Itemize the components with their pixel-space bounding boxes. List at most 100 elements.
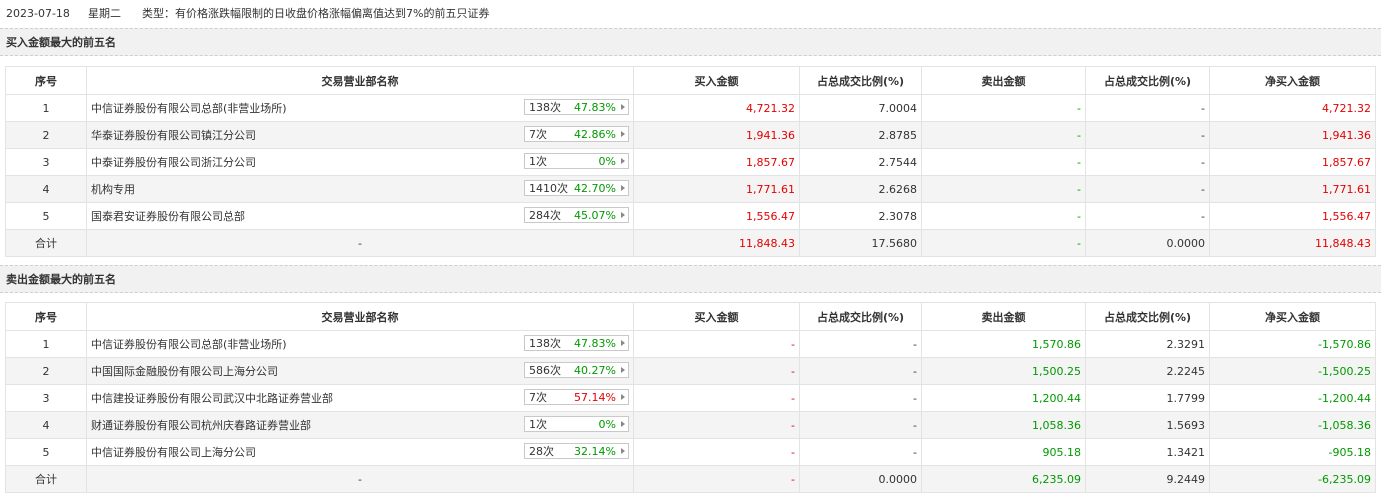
- header-index: 序号: [5, 66, 87, 95]
- broker-win-rate: 42.70%: [574, 182, 616, 195]
- sell-amount: -: [921, 121, 1086, 149]
- total-row: 合计 - -0.0000 6,235.09 9.2449 -6,235.09: [5, 465, 1376, 493]
- broker-stats-badge[interactable]: 586次 40.27%: [524, 362, 629, 378]
- table-row: 2 中国国际金融股份有限公司上海分公司 586次 40.27% - -1,500.25 2.…: [5, 357, 1376, 385]
- broker-name-cell: 中国国际金融股份有限公司上海分公司 586次 40.27%: [86, 357, 634, 385]
- sell-section-title: 卖出金额最大的前五名: [0, 265, 1381, 293]
- row-index: 1: [5, 94, 87, 122]
- caret-right-icon: [621, 185, 625, 191]
- header-buy-ratio: 占总成交比例(%): [799, 66, 922, 95]
- row-index: 5: [5, 438, 87, 466]
- table-row: 3 中信建投证券股份有限公司武汉中北路证券营业部 7次 57.14% - -1,200.4…: [5, 384, 1376, 412]
- sell-ratio: 1.3421: [1085, 438, 1210, 466]
- header-buy-amount: 买入金额: [633, 66, 800, 95]
- broker-name-cell: 财通证券股份有限公司杭州庆春路证券营业部 1次 0%: [86, 411, 634, 439]
- broker-name[interactable]: 中信证券股份有限公司总部(非营业场所): [91, 100, 287, 116]
- broker-stats-badge[interactable]: 1410次 42.70%: [524, 180, 629, 196]
- row-index: 5: [5, 202, 87, 230]
- broker-name-cell: 机构专用 1410次 42.70%: [86, 175, 634, 203]
- broker-win-rate: 45.07%: [574, 209, 616, 222]
- sell-ratio: -: [1085, 175, 1210, 203]
- header-index: 序号: [5, 302, 87, 331]
- list-type: 类型：有价格涨跌幅限制的日收盘价格涨幅偏离值达到7%的前五只证券: [142, 7, 490, 20]
- total-net-buy: -6,235.09: [1209, 465, 1376, 493]
- broker-stats-badge[interactable]: 28次 32.14%: [524, 443, 629, 459]
- row-index: 2: [5, 357, 87, 385]
- caret-right-icon: [621, 367, 625, 373]
- broker-win-rate: 42.86%: [574, 128, 616, 141]
- table-row: 4 机构专用 1410次 42.70% 1,771.61 2.6268- -1,771.61: [5, 175, 1376, 203]
- buy-ratio: -: [799, 357, 922, 385]
- buy-amount: -: [633, 411, 800, 439]
- total-buy-amount: -: [633, 465, 800, 493]
- broker-stats-badge[interactable]: 1次 0%: [524, 153, 629, 169]
- broker-name[interactable]: 中信证券股份有限公司总部(非营业场所): [91, 336, 287, 352]
- header-bar: 2023-07-18 星期二 类型：有价格涨跌幅限制的日收盘价格涨幅偏离值达到7…: [0, 0, 1381, 28]
- caret-right-icon: [621, 131, 625, 137]
- sell-ratio: -: [1085, 202, 1210, 230]
- total-name: -: [86, 465, 634, 493]
- total-buy-amount: 11,848.43: [633, 229, 800, 257]
- broker-stats-badge[interactable]: 284次 45.07%: [524, 207, 629, 223]
- broker-stats-badge[interactable]: 7次 57.14%: [524, 389, 629, 405]
- total-label: 合计: [5, 229, 87, 257]
- buy-ratio: 2.8785: [799, 121, 922, 149]
- sell-ratio: 1.7799: [1085, 384, 1210, 412]
- broker-appear-count: 284次: [529, 209, 561, 222]
- net-buy-amount: -1,058.36: [1209, 411, 1376, 439]
- broker-stats-badge[interactable]: 7次 42.86%: [524, 126, 629, 142]
- header-net-buy: 净买入金额: [1209, 302, 1376, 331]
- total-name: -: [86, 229, 634, 257]
- broker-name-cell: 华泰证券股份有限公司镇江分公司 7次 42.86%: [86, 121, 634, 149]
- buy-ratio: -: [799, 438, 922, 466]
- sell-amount: -: [921, 148, 1086, 176]
- net-buy-amount: 1,857.67: [1209, 148, 1376, 176]
- buy-ratio: 7.0004: [799, 94, 922, 122]
- row-index: 4: [5, 411, 87, 439]
- broker-win-rate: 57.14%: [574, 391, 616, 404]
- broker-stats-badge[interactable]: 138次 47.83%: [524, 335, 629, 351]
- buy-ratio: 2.3078: [799, 202, 922, 230]
- buy-ratio: -: [799, 384, 922, 412]
- table-header-row: 序号 交易营业部名称 买入金额 占总成交比例(%) 卖出金额 占总成交比例(%) 净买入金额: [5, 66, 1376, 95]
- broker-appear-count: 28次: [529, 445, 554, 458]
- caret-right-icon: [621, 340, 625, 346]
- header-net-buy: 净买入金额: [1209, 66, 1376, 95]
- broker-appear-count: 586次: [529, 364, 561, 377]
- total-net-buy: 11,848.43: [1209, 229, 1376, 257]
- sell-top5-table: 序号 交易营业部名称 买入金额 占总成交比例(%) 卖出金额 占总成交比例(%) 净买入金额…: [5, 302, 1376, 493]
- broker-appear-count: 138次: [529, 101, 561, 114]
- buy-ratio: 2.7544: [799, 148, 922, 176]
- total-buy-ratio: 0.0000: [799, 465, 922, 493]
- buy-top5-table: 序号 交易营业部名称 买入金额 占总成交比例(%) 卖出金额 占总成交比例(%) 净买入金额…: [5, 66, 1376, 257]
- broker-appear-count: 138次: [529, 337, 561, 350]
- broker-name[interactable]: 中信证券股份有限公司上海分公司: [91, 444, 256, 460]
- buy-section-title: 买入金额最大的前五名: [0, 28, 1381, 56]
- broker-appear-count: 7次: [529, 128, 547, 141]
- broker-name[interactable]: 中信建投证券股份有限公司武汉中北路证券营业部: [91, 390, 333, 406]
- broker-name[interactable]: 国泰君安证券股份有限公司总部: [91, 208, 245, 224]
- broker-name[interactable]: 中国国际金融股份有限公司上海分公司: [91, 363, 278, 379]
- broker-name[interactable]: 中泰证券股份有限公司浙江分公司: [91, 154, 256, 170]
- sell-ratio: -: [1085, 94, 1210, 122]
- header-sell-amount: 卖出金额: [921, 302, 1086, 331]
- broker-stats-badge[interactable]: 1次 0%: [524, 416, 629, 432]
- broker-name[interactable]: 华泰证券股份有限公司镇江分公司: [91, 127, 256, 143]
- table-row: 2 华泰证券股份有限公司镇江分公司 7次 42.86% 1,941.36 2.8785- -…: [5, 121, 1376, 149]
- broker-name[interactable]: 财通证券股份有限公司杭州庆春路证券营业部: [91, 417, 311, 433]
- net-buy-amount: 1,941.36: [1209, 121, 1376, 149]
- net-buy-amount: 4,721.32: [1209, 94, 1376, 122]
- buy-ratio: -: [799, 330, 922, 358]
- net-buy-amount: 1,556.47: [1209, 202, 1376, 230]
- broker-name[interactable]: 机构专用: [91, 181, 135, 197]
- broker-name-cell: 中信证券股份有限公司总部(非营业场所) 138次 47.83%: [86, 330, 634, 358]
- broker-stats-badge[interactable]: 138次 47.83%: [524, 99, 629, 115]
- sell-amount: -: [921, 94, 1086, 122]
- header-sell-ratio: 占总成交比例(%): [1085, 302, 1210, 331]
- sell-amount: 1,200.44: [921, 384, 1086, 412]
- net-buy-amount: -1,200.44: [1209, 384, 1376, 412]
- buy-amount: 1,771.61: [633, 175, 800, 203]
- row-index: 2: [5, 121, 87, 149]
- table-row: 5 国泰君安证券股份有限公司总部 284次 45.07% 1,556.47 2.3078 -…: [5, 202, 1376, 230]
- caret-right-icon: [621, 421, 625, 427]
